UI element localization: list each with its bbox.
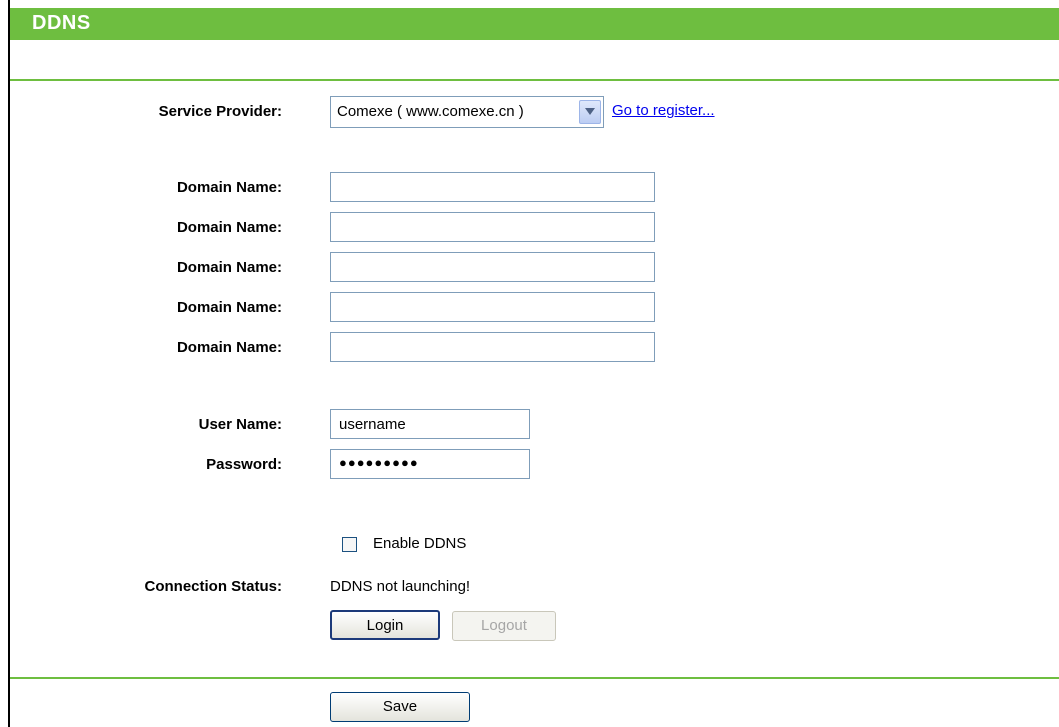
enable-ddns-checkbox[interactable] xyxy=(342,537,357,552)
password-input[interactable]: ●●●●●●●●● xyxy=(330,449,530,479)
domain-name-input-4[interactable] xyxy=(330,292,655,322)
service-provider-value: Comexe ( www.comexe.cn ) xyxy=(337,103,524,120)
domain-name-label-1: Domain Name: xyxy=(176,179,282,196)
enable-ddns-label[interactable]: Enable DDNS xyxy=(373,535,466,552)
go-to-register-link[interactable]: Go to register... xyxy=(612,102,715,119)
top-divider xyxy=(10,79,1059,81)
domain-name-label-2: Domain Name: xyxy=(176,219,282,236)
save-button[interactable]: Save xyxy=(330,692,470,722)
service-provider-label: Service Provider: xyxy=(158,103,282,120)
page-header: DDNS xyxy=(10,8,1059,40)
domain-name-input-1[interactable] xyxy=(330,172,655,202)
domain-name-label-4: Domain Name: xyxy=(176,299,282,316)
domain-name-label-5: Domain Name: xyxy=(176,339,282,356)
password-masked-value: ●●●●●●●●● xyxy=(339,455,419,470)
connection-status-label: Connection Status: xyxy=(144,578,283,595)
login-button[interactable]: Login xyxy=(330,610,440,640)
connection-status-value: DDNS not launching! xyxy=(330,578,471,595)
service-provider-select[interactable]: Comexe ( www.comexe.cn ) xyxy=(330,96,604,128)
password-label: Password: xyxy=(206,456,282,473)
domain-name-label-3: Domain Name: xyxy=(176,259,282,276)
domain-name-input-2[interactable] xyxy=(330,212,655,242)
domain-name-input-3[interactable] xyxy=(330,252,655,282)
bottom-divider xyxy=(10,677,1059,679)
user-name-label: User Name: xyxy=(198,416,282,433)
domain-name-input-5[interactable] xyxy=(330,332,655,362)
logout-button[interactable]: Logout xyxy=(452,611,556,641)
user-name-input[interactable] xyxy=(330,409,530,439)
page-title: DDNS xyxy=(32,12,91,34)
chevron-down-icon[interactable] xyxy=(579,100,601,124)
